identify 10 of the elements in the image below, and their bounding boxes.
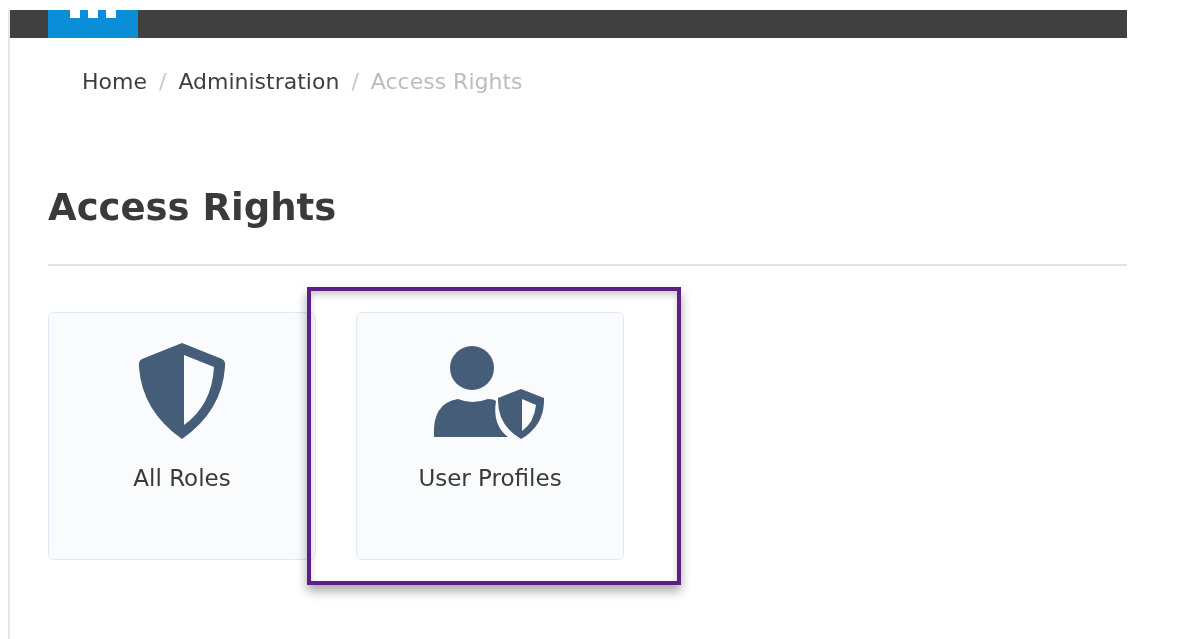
breadcrumb-link[interactable]: Administration [178, 65, 340, 98]
breadcrumb-separator: / [158, 68, 167, 96]
breadcrumb-current: Access Rights [370, 68, 523, 96]
breadcrumb-separator: / [351, 68, 359, 96]
tile-button[interactable]: User Profiles [356, 311, 624, 560]
page-title: Access Rights [48, 185, 338, 231]
shield-icon [138, 340, 226, 441]
breadcrumb-link[interactable]: Home [82, 65, 147, 98]
app-launcher-button[interactable] [48, 10, 138, 38]
tile-button[interactable]: All Roles [48, 311, 316, 560]
